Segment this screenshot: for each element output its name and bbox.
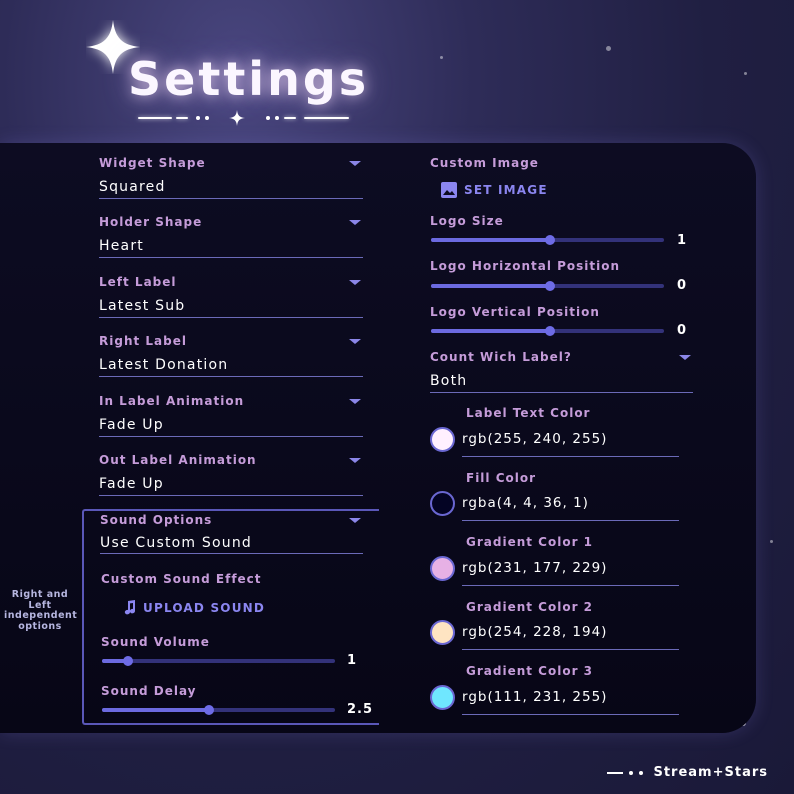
field-label: Widget Shape [99, 156, 206, 170]
slider-handle[interactable] [122, 656, 133, 666]
count-label-select[interactable]: Count Wich Label? Both [430, 350, 693, 394]
logo-horizontal-value: 0 [677, 278, 688, 293]
custom-sound-effect-label: Custom Sound Effect [101, 572, 262, 586]
field-label: In Label Animation [99, 394, 245, 408]
field-label: Left Label [99, 275, 177, 289]
caret-down-icon [349, 458, 361, 463]
slider-fill [431, 238, 550, 242]
field-value: Heart [99, 238, 144, 254]
brand-name: Stream+Stars [653, 765, 768, 780]
field-value: Latest Donation [99, 357, 229, 373]
sound-delay-label: Sound Delay [101, 684, 197, 698]
widget-shape-select[interactable]: Widget Shape Squared [99, 156, 363, 200]
in-label-animation-select[interactable]: In Label Animation Fade Up [99, 394, 363, 438]
right-label-select[interactable]: Right Label Latest Donation [99, 334, 363, 378]
color-value: rgba(4, 4, 36, 1) [462, 495, 589, 511]
field-label: Holder Shape [99, 215, 203, 229]
holder-shape-select[interactable]: Holder Shape Heart [99, 215, 363, 259]
slider-fill [431, 284, 550, 288]
logo-vertical-slider[interactable] [431, 326, 664, 336]
slider-fill [431, 329, 550, 333]
color-value: rgb(254, 228, 194) [462, 624, 608, 640]
color-swatch[interactable] [430, 685, 455, 710]
logo-horizontal-slider[interactable] [431, 281, 664, 291]
color-swatch[interactable] [430, 427, 455, 452]
independent-options-note: Right and Left independent options [4, 589, 78, 632]
sound-volume-label: Sound Volume [101, 635, 210, 649]
color-value: rgb(255, 240, 255) [462, 431, 608, 447]
small-sparkle-icon [229, 110, 245, 126]
color-label: Fill Color [466, 471, 537, 485]
sound-options-select[interactable]: Sound Options Use Custom Sound [100, 513, 363, 555]
field-label: Right Label [99, 334, 187, 348]
color-label: Label Text Color [466, 406, 591, 420]
logo-vertical-label: Logo Vertical Position [430, 305, 600, 319]
color-value: rgb(231, 177, 229) [462, 560, 608, 576]
slider-handle[interactable] [544, 281, 555, 291]
field-value: Fade Up [99, 417, 164, 433]
color-value: rgb(111, 231, 255) [462, 689, 608, 705]
color-label: Gradient Color 1 [466, 535, 594, 549]
left-label-select[interactable]: Left Label Latest Sub [99, 275, 363, 319]
caret-down-icon [349, 518, 361, 523]
out-label-animation-select[interactable]: Out Label Animation Fade Up [99, 453, 363, 497]
caret-down-icon [349, 220, 361, 225]
caret-down-icon [679, 355, 691, 360]
set-image-label: SET IMAGE [464, 183, 548, 197]
caret-down-icon [349, 399, 361, 404]
logo-horizontal-label: Logo Horizontal Position [430, 259, 621, 273]
music-note-icon [124, 600, 136, 615]
color-swatch[interactable] [430, 491, 455, 516]
upload-sound-label: UPLOAD SOUND [143, 600, 266, 615]
slider-handle[interactable] [544, 326, 555, 336]
sound-delay-value: 2.5 [347, 702, 374, 717]
image-icon [441, 182, 457, 198]
logo-size-slider[interactable] [431, 235, 664, 245]
caret-down-icon [349, 280, 361, 285]
caret-down-icon [349, 161, 361, 166]
field-label: Out Label Animation [99, 453, 257, 467]
field-value: Fade Up [99, 476, 164, 492]
upload-sound-button[interactable]: UPLOAD SOUND [124, 600, 265, 615]
logo-size-value: 1 [677, 233, 688, 248]
brand-logo: Stream+Stars [607, 765, 768, 780]
logo-size-label: Logo Size [430, 214, 504, 228]
field-value: Use Custom Sound [100, 535, 252, 551]
color-swatch[interactable] [430, 556, 455, 581]
custom-image-label: Custom Image [430, 156, 539, 170]
color-label: Gradient Color 3 [466, 664, 594, 678]
slider-handle[interactable] [544, 235, 555, 245]
sound-delay-slider[interactable] [102, 705, 335, 715]
color-swatch[interactable] [430, 620, 455, 645]
field-value: Both [430, 373, 468, 389]
field-value: Latest Sub [99, 298, 186, 314]
caret-down-icon [349, 339, 361, 344]
color-label: Gradient Color 2 [466, 600, 594, 614]
field-label: Count Wich Label? [430, 350, 572, 364]
sound-volume-slider[interactable] [102, 656, 335, 666]
field-value: Squared [99, 179, 166, 195]
logo-vertical-value: 0 [677, 323, 688, 338]
slider-fill [102, 708, 210, 712]
page-title: Settings [128, 52, 370, 106]
sound-volume-value: 1 [347, 653, 358, 668]
set-image-button[interactable]: SET IMAGE [441, 182, 548, 198]
field-label: Sound Options [100, 513, 213, 527]
